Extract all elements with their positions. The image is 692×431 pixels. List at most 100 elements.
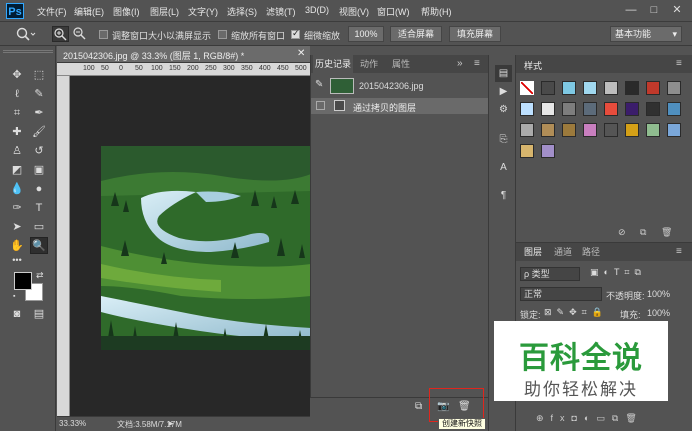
tab-layers[interactable]: 图层 — [524, 243, 542, 261]
menu-edit[interactable]: 编辑(E) — [74, 5, 104, 18]
new-style-icon[interactable]: ⧉ — [640, 227, 646, 238]
style-swatch[interactable] — [520, 81, 534, 95]
style-swatch[interactable] — [667, 102, 681, 116]
history-snapshot[interactable]: ✎ 2015042306.jpg — [311, 75, 489, 97]
style-swatch[interactable] — [520, 123, 534, 137]
style-swatch[interactable] — [667, 123, 681, 137]
tab-channels[interactable]: 通道 — [554, 243, 572, 261]
eyedropper-tool-icon[interactable]: ✒ — [30, 105, 48, 122]
style-swatch[interactable] — [541, 144, 555, 158]
rectangle-tool-icon[interactable]: ▭ — [30, 219, 48, 236]
style-swatch[interactable] — [562, 102, 576, 116]
history-panel-icon[interactable]: ▤ — [495, 65, 512, 82]
zoom-all-checkbox[interactable] — [218, 30, 227, 39]
menu-file[interactable]: 文件(F) — [37, 5, 67, 18]
style-swatch[interactable] — [667, 81, 681, 95]
style-swatch[interactable] — [625, 81, 639, 95]
zoom-out-button[interactable] — [72, 26, 89, 42]
lasso-tool-icon[interactable]: ℓ — [8, 86, 26, 103]
menu-help[interactable]: 帮助(H) — [421, 5, 452, 18]
style-swatch[interactable] — [604, 123, 618, 137]
magic-wand-tool-icon[interactable]: ✎ — [30, 86, 48, 103]
style-swatch[interactable] — [541, 102, 555, 116]
layer-filter-select[interactable]: ρ 类型 — [520, 267, 580, 281]
history-brush-source-icon[interactable]: ✎ — [315, 79, 323, 90]
pen-tool-icon[interactable]: ✑ — [8, 200, 26, 217]
foreground-color-swatch[interactable] — [14, 272, 32, 290]
state-checkbox[interactable] — [316, 101, 325, 110]
maximize-button[interactable]: □ — [643, 2, 665, 18]
menu-view[interactable]: 视图(V) — [339, 5, 369, 18]
type-tool-icon[interactable]: T — [30, 200, 48, 217]
panel-menu-icon[interactable]: ≡ — [676, 246, 682, 257]
clone-source-icon[interactable]: ⎘ — [495, 131, 512, 148]
style-swatch[interactable] — [541, 123, 555, 137]
screen-mode-icon[interactable]: ▤ — [30, 306, 48, 323]
clone-stamp-tool-icon[interactable]: ♙ — [8, 143, 26, 160]
panel-menu-icon[interactable]: ≡ — [474, 58, 480, 69]
style-swatch[interactable] — [604, 102, 618, 116]
clear-style-icon[interactable]: ⊘ — [618, 227, 626, 238]
style-swatch[interactable] — [604, 81, 618, 95]
panel-grip[interactable] — [3, 50, 53, 53]
menu-layer[interactable]: 图层(L) — [150, 5, 179, 18]
document-tab[interactable]: 2015042306.jpg @ 33.3% (图层 1, RGB/8#) * … — [57, 46, 310, 63]
panel-menu-icon[interactable]: ≡ — [676, 58, 682, 69]
style-swatch[interactable] — [583, 123, 597, 137]
brush-tool-icon[interactable]: 🖌 — [30, 124, 48, 141]
style-swatch[interactable] — [520, 144, 534, 158]
quick-mask-icon[interactable]: ◙ — [8, 306, 26, 323]
dodge-tool-icon[interactable]: ● — [30, 181, 48, 198]
menu-filter[interactable]: 滤镜(T) — [266, 5, 296, 18]
zoom-100-button[interactable]: 100% — [348, 26, 384, 42]
collapse-icon[interactable]: » — [457, 58, 463, 69]
eraser-tool-icon[interactable]: ◩ — [8, 162, 26, 179]
zoom-tool-icon[interactable]: 🔍 — [30, 237, 48, 254]
fill-screen-button[interactable]: 填充屏幕 — [449, 26, 501, 42]
styles-title[interactable]: 样式 — [524, 59, 542, 72]
tab-paths[interactable]: 路径 — [582, 243, 600, 261]
layer-bottom-icons[interactable]: ⊕fx◘◐▭⧉🗑 — [536, 413, 644, 424]
gradient-tool-icon[interactable]: ▣ — [30, 162, 48, 179]
style-swatch[interactable] — [583, 81, 597, 95]
close-button[interactable]: ✕ — [666, 2, 688, 18]
tab-history[interactable]: 历史记录 — [313, 55, 353, 73]
default-colors-icon[interactable]: ▪ — [13, 293, 15, 300]
properties-panel-icon[interactable]: ⚙ — [495, 101, 512, 118]
scrubby-zoom-checkbox[interactable] — [291, 28, 300, 39]
fit-screen-button[interactable]: 适合屏幕 — [390, 26, 442, 42]
menu-select[interactable]: 选择(S) — [227, 5, 257, 18]
style-swatch[interactable] — [625, 123, 639, 137]
path-selection-tool-icon[interactable]: ➤ — [8, 219, 26, 236]
style-swatch[interactable] — [646, 81, 660, 95]
more-tools-icon[interactable]: ••• — [8, 252, 26, 269]
status-menu-arrow-icon[interactable]: ▸ — [169, 418, 174, 429]
style-swatch[interactable] — [646, 102, 660, 116]
crop-tool-icon[interactable]: ⌗ — [8, 105, 26, 122]
style-swatch[interactable] — [562, 123, 576, 137]
history-brush-tool-icon[interactable]: ↺ — [30, 143, 48, 160]
paragraph-panel-icon[interactable]: ¶ — [495, 187, 512, 204]
character-panel-icon[interactable]: A — [495, 159, 512, 176]
zoom-tool-preset[interactable] — [14, 26, 36, 42]
close-tab-icon[interactable]: ✕ — [297, 48, 305, 59]
tab-properties[interactable]: 属性 — [387, 55, 415, 73]
style-swatch[interactable] — [541, 81, 555, 95]
lock-icons[interactable]: ⊠✎✥⌗🔒 — [544, 307, 608, 318]
fill-value[interactable]: 100% — [647, 308, 670, 318]
minimize-button[interactable]: — — [620, 2, 642, 18]
style-swatch[interactable] — [583, 102, 597, 116]
menu-window[interactable]: 窗口(W) — [377, 5, 410, 18]
swap-colors-icon[interactable]: ⇄ — [36, 270, 44, 281]
style-swatch[interactable] — [646, 123, 660, 137]
healing-brush-tool-icon[interactable]: ✚ — [8, 124, 26, 141]
actions-panel-icon[interactable]: ▶ — [495, 83, 512, 100]
menu-type[interactable]: 文字(Y) — [188, 5, 218, 18]
resize-windows-checkbox[interactable] — [99, 30, 108, 39]
filter-icons[interactable]: ▣◐T⌗⧉ — [590, 267, 646, 278]
menu-3d[interactable]: 3D(D) — [305, 5, 329, 15]
forest-river-image[interactable] — [101, 146, 311, 350]
workspace-select[interactable]: 基本功能 ▾ — [610, 26, 682, 42]
zoom-level[interactable]: 33.33% — [59, 419, 86, 428]
zoom-in-button[interactable] — [52, 26, 69, 42]
